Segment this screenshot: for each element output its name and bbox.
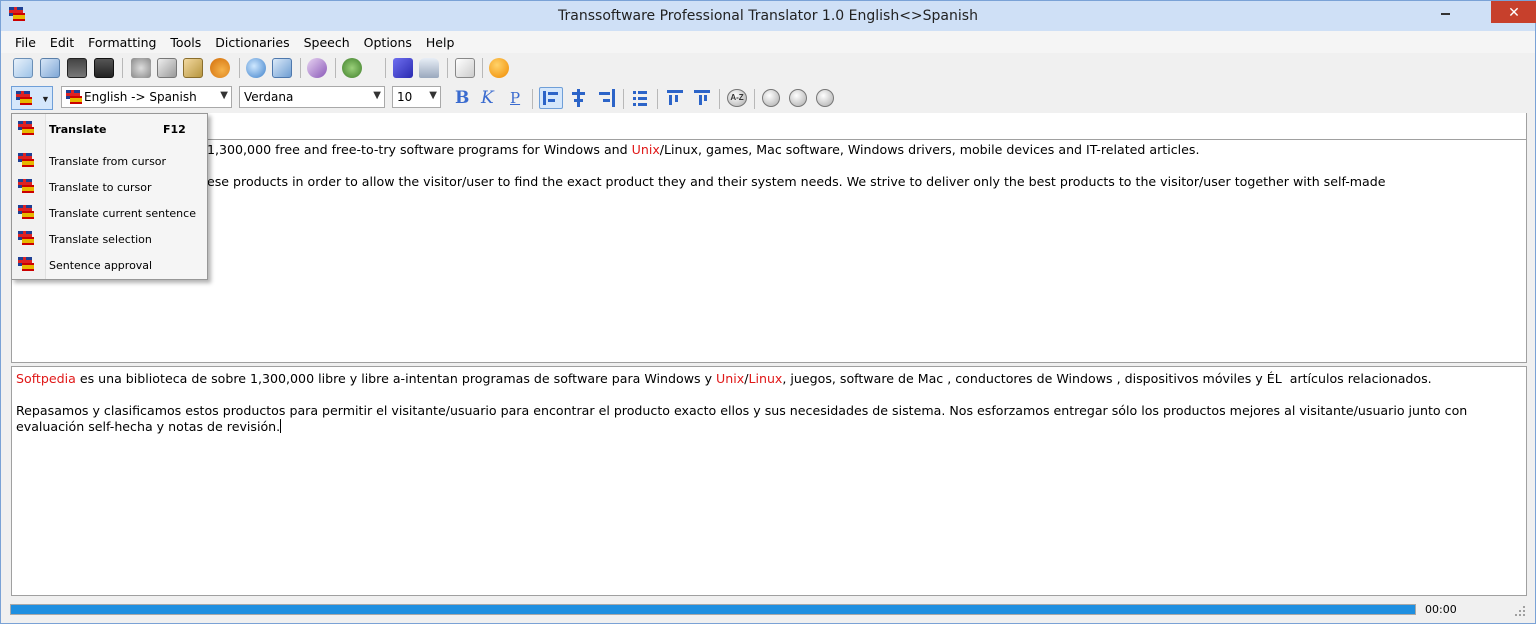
status-bar: 00:00: [1, 599, 1535, 623]
speech-icon[interactable]: [419, 58, 439, 78]
elapsed-time: 00:00: [1425, 603, 1457, 616]
menu-options[interactable]: Options: [364, 35, 412, 50]
menu-item-translate[interactable]: Translate F12: [12, 117, 207, 141]
flag-uk-es-icon: [18, 153, 34, 167]
save-icon[interactable]: [67, 58, 87, 78]
menu-item-translate-to-cursor[interactable]: Translate to cursor: [12, 175, 207, 199]
target-paragraph-1: Softpedia es una biblioteca de sobre 1,3…: [16, 371, 1432, 386]
flag-uk-es-icon: [18, 179, 34, 193]
flag-uk-es-icon: [18, 205, 34, 219]
source-line-2: ese products in order to allow the visit…: [207, 174, 1386, 189]
align-top-button[interactable]: [666, 89, 684, 107]
menu-item-translate-from-cursor[interactable]: Translate from cursor: [12, 149, 207, 173]
chevron-down-icon: ▼: [220, 90, 228, 101]
sort-az-button[interactable]: A-Z: [727, 89, 747, 107]
dictionary-book-icon[interactable]: [393, 58, 413, 78]
minimize-button[interactable]: [1431, 1, 1459, 23]
font-size-value: 10: [397, 90, 413, 104]
main-toolbar: ▼: [1, 54, 1535, 126]
bullet-list-button[interactable]: [631, 89, 649, 107]
toolbar-separator: [447, 58, 448, 78]
font-value: Verdana: [244, 90, 294, 104]
font-select[interactable]: Verdana ▼: [239, 86, 385, 108]
editor-top-margin: [11, 113, 1527, 139]
open-folder-icon[interactable]: [40, 58, 60, 78]
flag-icon: [66, 90, 82, 104]
align-center-button[interactable]: [569, 89, 587, 107]
translate-menu-button[interactable]: ▼: [11, 86, 53, 110]
toolbar-separator: [657, 89, 658, 109]
align-right-button[interactable]: [597, 89, 615, 107]
settings-gears-icon[interactable]: [342, 58, 362, 78]
source-line-1: 1,300,000 free and free-to-try software …: [207, 142, 1200, 157]
text-cursor: [280, 419, 282, 433]
flag-uk-es-icon: [18, 257, 34, 271]
menu-file[interactable]: File: [15, 35, 36, 50]
chevron-down-icon: ▼: [373, 90, 381, 101]
menu-formatting[interactable]: Formatting: [88, 35, 156, 50]
menu-speech[interactable]: Speech: [304, 35, 350, 50]
toolbar-separator: [719, 89, 720, 109]
italic-button[interactable]: K: [481, 88, 494, 108]
menu-edit[interactable]: Edit: [50, 35, 74, 50]
menu-item-translate-current-sentence[interactable]: Translate current sentence: [12, 201, 207, 225]
underline-button[interactable]: P: [510, 89, 520, 107]
paste-icon[interactable]: [183, 58, 203, 78]
font-size-select[interactable]: 10 ▼: [392, 86, 441, 108]
toolbar-separator: [385, 58, 386, 78]
direction-select[interactable]: English -> Spanish ▼: [61, 86, 232, 108]
toolbar-separator: [623, 89, 624, 109]
minimize-icon: [1440, 13, 1450, 15]
shortcut-label: F12: [163, 123, 186, 136]
progress-fill: [11, 605, 1415, 614]
menu-item-sentence-approval[interactable]: Sentence approval: [12, 253, 207, 277]
find-icon[interactable]: [246, 58, 266, 78]
copy-icon[interactable]: [157, 58, 177, 78]
toolbar-separator: [532, 89, 533, 109]
align-left-button[interactable]: [539, 87, 563, 109]
close-button[interactable]: ✕: [1491, 1, 1536, 23]
menu-help[interactable]: Help: [426, 35, 455, 50]
resize-grip-icon[interactable]: [1513, 604, 1527, 618]
cut-icon[interactable]: [131, 58, 151, 78]
menu-bar: File Edit Formatting Tools Dictionaries …: [1, 31, 1535, 53]
toolbar-separator: [239, 58, 240, 78]
translation-progress-bar: [10, 604, 1416, 615]
approval-check-icon[interactable]: [455, 58, 475, 78]
menu-tools[interactable]: Tools: [170, 35, 201, 50]
source-text-editor[interactable]: 1,300,000 free and free-to-try software …: [11, 139, 1527, 363]
help-icon[interactable]: [489, 58, 509, 78]
spell-check-icon[interactable]: [307, 58, 327, 78]
toolbar-separator: [335, 58, 336, 78]
flag-uk-es-icon: [16, 91, 32, 105]
chevron-down-icon: ▼: [429, 90, 437, 101]
toolbar-separator: [754, 89, 755, 109]
voice-a-button[interactable]: [762, 89, 780, 107]
print-icon[interactable]: [94, 58, 114, 78]
menu-dictionaries[interactable]: Dictionaries: [215, 35, 289, 50]
replace-icon[interactable]: [272, 58, 292, 78]
window-title: Transsoftware Professional Translator 1.…: [558, 8, 978, 24]
app-window: Transsoftware Professional Translator 1.…: [0, 0, 1536, 624]
direction-value: English -> Spanish: [84, 90, 197, 104]
align-bottom-button[interactable]: [693, 89, 711, 107]
new-document-icon[interactable]: [13, 58, 33, 78]
flag-uk-es-icon: [18, 231, 34, 245]
flag-uk-es-icon: [18, 121, 34, 135]
target-text-editor[interactable]: Softpedia es una biblioteca de sobre 1,3…: [11, 366, 1527, 596]
voice-stop-button[interactable]: [816, 89, 834, 107]
close-icon: ✕: [1508, 3, 1520, 20]
undo-icon[interactable]: [210, 58, 230, 78]
bold-button[interactable]: B: [455, 88, 469, 108]
chevron-down-icon: ▼: [41, 94, 50, 104]
toolbar-separator: [300, 58, 301, 78]
menu-item-translate-selection[interactable]: Translate selection: [12, 227, 207, 251]
toolbar-separator: [122, 58, 123, 78]
format-toolbar: ▼ English -> Spanish ▼ Verdana ▼ 10 ▼ B …: [1, 83, 1535, 113]
title-bar[interactable]: Transsoftware Professional Translator 1.…: [1, 1, 1536, 31]
target-paragraph-2: Repasamos y clasificamos estos productos…: [16, 403, 1472, 434]
voice-pause-button[interactable]: [789, 89, 807, 107]
toolbar-separator: [482, 58, 483, 78]
translate-dropdown-menu: Translate F12 Translate from cursor Tran…: [11, 113, 208, 280]
